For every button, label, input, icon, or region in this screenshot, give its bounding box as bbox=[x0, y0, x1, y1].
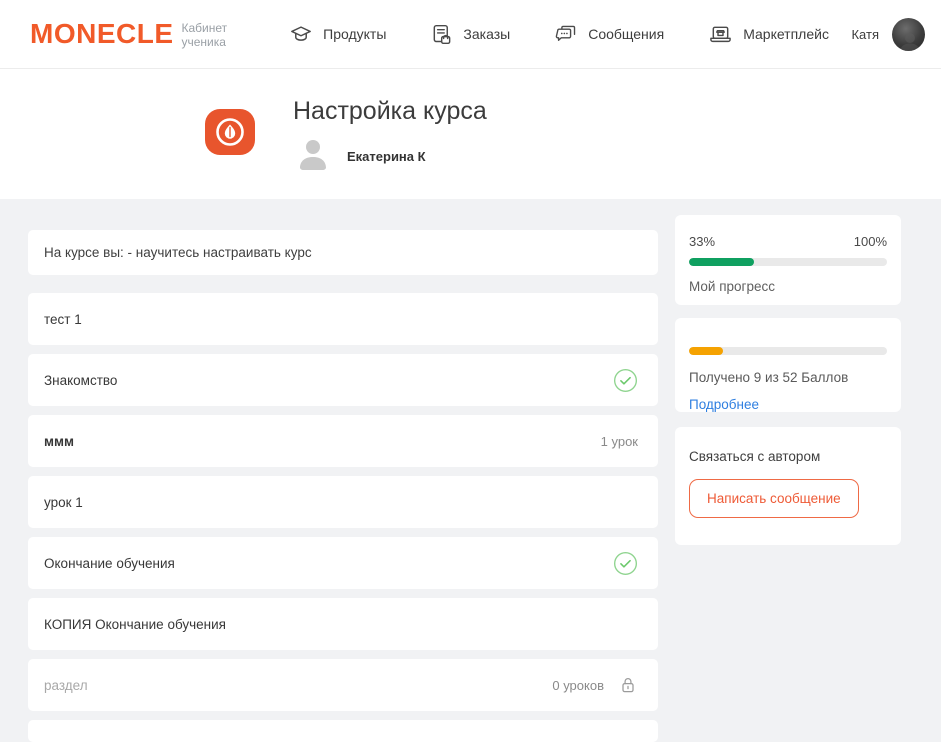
progress-label: Мой прогресс bbox=[689, 279, 887, 294]
lock-icon bbox=[618, 674, 638, 696]
main-area: На курсе вы: - научитесь настраивать кур… bbox=[0, 199, 941, 742]
section-title: ммм bbox=[44, 434, 589, 449]
course-section-row[interactable]: урок 1 bbox=[28, 476, 658, 528]
main-nav: Продукты Заказы bbox=[289, 23, 829, 46]
section-title: тест 1 bbox=[44, 312, 638, 327]
completed-check-icon bbox=[613, 368, 638, 393]
graduation-cap-icon bbox=[289, 23, 313, 45]
top-navigation-bar: MONECLE Кабинет ученика Продукты bbox=[0, 0, 941, 69]
nav-item-orders[interactable]: Заказы bbox=[430, 23, 510, 46]
progress-card: 33% 100% Мой прогресс bbox=[675, 215, 901, 305]
course-section-row[interactable]: Окончание обучения bbox=[28, 537, 658, 589]
course-section-row[interactable]: раздел 0 уроков bbox=[28, 659, 658, 711]
nav-item-messages[interactable]: Сообщения bbox=[554, 23, 664, 45]
sidebar: 33% 100% Мой прогресс Получено 9 из 52 Б… bbox=[675, 215, 901, 545]
nav-item-marketplace[interactable]: Маркетплейс bbox=[708, 23, 829, 46]
course-description-text: На курсе вы: - научитесь настраивать кур… bbox=[44, 245, 312, 260]
section-title: КОПИЯ Окончание обучения bbox=[44, 617, 638, 632]
nav-label: Заказы bbox=[463, 26, 510, 42]
course-header: Настройка курса Екатерина К bbox=[0, 69, 941, 199]
brand-tagline: Кабинет ученика bbox=[182, 21, 228, 49]
course-section-row[interactable]: тест 1 bbox=[28, 293, 658, 345]
contact-author-title: Связаться с автором bbox=[689, 449, 887, 464]
nav-item-products[interactable]: Продукты bbox=[289, 23, 386, 45]
author-avatar-placeholder-icon bbox=[293, 138, 333, 175]
section-lessons-count: 0 уроков bbox=[552, 678, 604, 693]
section-lessons-count: 1 урок bbox=[601, 434, 638, 449]
points-text: Получено 9 из 52 Баллов bbox=[689, 370, 887, 385]
section-title: раздел bbox=[44, 678, 540, 693]
user-name: Катя bbox=[851, 27, 879, 42]
course-description-card[interactable]: На курсе вы: - научитесь настраивать кур… bbox=[28, 230, 658, 275]
brand-logo[interactable]: MONECLE Кабинет ученика bbox=[30, 18, 227, 50]
section-title: Знакомство bbox=[44, 373, 599, 388]
nav-label: Продукты bbox=[323, 26, 386, 42]
user-menu[interactable]: Катя bbox=[851, 18, 925, 51]
points-bar-fill bbox=[689, 347, 723, 355]
progress-bar-fill bbox=[689, 258, 754, 266]
list-item-partial[interactable] bbox=[28, 720, 658, 742]
nav-label: Маркетплейс bbox=[743, 26, 829, 42]
course-head-info: Настройка курса Екатерина К bbox=[293, 95, 487, 199]
page-title: Настройка курса bbox=[293, 97, 487, 126]
points-card: Получено 9 из 52 Баллов Подробнее bbox=[675, 318, 901, 412]
course-sections: На курсе вы: - научитесь настраивать кур… bbox=[28, 230, 658, 742]
progress-max: 100% bbox=[854, 234, 887, 249]
completed-check-icon bbox=[613, 551, 638, 576]
points-details-link[interactable]: Подробнее bbox=[689, 397, 759, 412]
progress-current: 33% bbox=[689, 234, 715, 249]
author-name: Екатерина К bbox=[347, 149, 426, 164]
contact-author-card: Связаться с автором Написать сообщение bbox=[675, 427, 901, 545]
course-section-row[interactable]: КОПИЯ Окончание обучения bbox=[28, 598, 658, 650]
user-avatar bbox=[892, 18, 925, 51]
course-section-row[interactable]: ммм 1 урок bbox=[28, 415, 658, 467]
progress-bar-track bbox=[689, 258, 887, 266]
nav-label: Сообщения bbox=[588, 26, 664, 42]
section-title: урок 1 bbox=[44, 495, 638, 510]
course-author: Екатерина К bbox=[293, 138, 487, 175]
course-section-row[interactable]: Знакомство bbox=[28, 354, 658, 406]
write-message-button[interactable]: Написать сообщение bbox=[689, 479, 859, 518]
course-flame-icon bbox=[205, 109, 255, 155]
messages-icon bbox=[554, 23, 578, 45]
points-bar-track bbox=[689, 347, 887, 355]
section-title: Окончание обучения bbox=[44, 556, 599, 571]
orders-icon bbox=[430, 23, 453, 46]
brand-name: MONECLE bbox=[30, 18, 174, 50]
marketplace-icon bbox=[708, 23, 733, 46]
progress-percent-row: 33% 100% bbox=[689, 234, 887, 249]
